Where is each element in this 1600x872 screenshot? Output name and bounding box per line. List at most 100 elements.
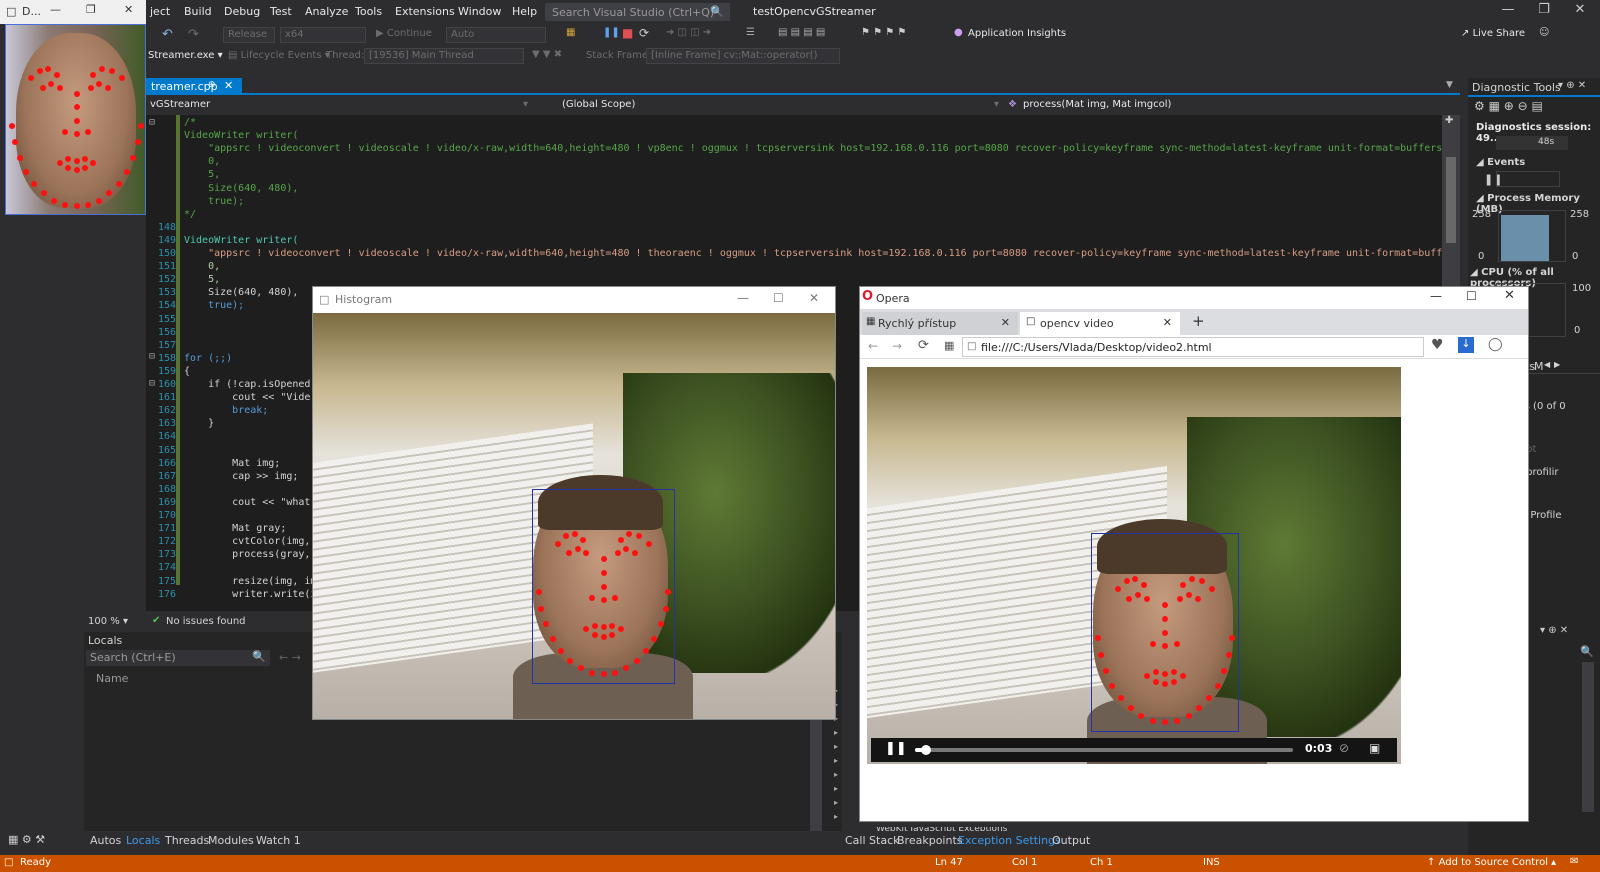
tab-overflow-icon[interactable]: ▼ [1446,80,1453,90]
zoom-select[interactable]: 100 % ▾ [88,616,128,627]
lifecycle-events-button[interactable]: ▤ Lifecycle Events ▾ [228,50,330,61]
minimize-icon[interactable]: — [1488,2,1528,22]
close-icon[interactable]: ✕ [809,291,819,305]
panel-controls-icon[interactable]: ▾ ⊕ ✕ [1558,80,1586,91]
tab-threads[interactable]: Threads [165,834,209,847]
tab-locals[interactable]: Locals [126,834,160,847]
histogram-titlebar[interactable]: □ Histogram — ☐ ✕ [313,287,835,313]
url-input[interactable]: □ file:///C:/Users/Vlada/Desktop/video2.… [962,337,1424,357]
restart-icon[interactable]: ⟳ [639,26,649,40]
histogram-window[interactable]: □ Histogram — ☐ ✕ [312,286,836,720]
minimize-icon[interactable]: — [1430,289,1442,303]
pause-icon[interactable]: ❚❚ [885,741,907,756]
locals-search-input[interactable]: Search (Ctrl+E) 🔍 [86,650,270,666]
undo-icon[interactable]: ↶ [162,27,173,42]
opera-window[interactable]: O Opera — ☐ ✕ ▦ Rychlý přístup ✕ □ openc… [859,286,1529,822]
minimize-icon[interactable]: — [737,291,749,305]
platform-select[interactable]: x64 [280,27,366,43]
process-select[interactable]: Streamer.exe ▾ [148,50,223,61]
stop-icon[interactable]: ■ [622,26,633,40]
grid-icon[interactable]: ▦ [944,339,954,352]
filter-icon[interactable]: ▼ ▼ ✖ [532,49,562,60]
tab-modules[interactable]: Modules [208,834,254,847]
menu-extensions[interactable]: Extensions [395,5,455,18]
split-icon[interactable]: ✚ [1445,115,1453,126]
indent-icon[interactable]: ▤ ▤ ▤ ▤ [778,27,825,38]
tab-exception-settings[interactable]: Exception Settings [958,834,1061,847]
back-icon[interactable]: ← [868,339,878,353]
tab-call-stack[interactable]: Call Stack [845,834,899,847]
issues-status[interactable]: No issues found [166,616,246,627]
sync-icon[interactable]: ◯ [1488,337,1503,352]
insights-icon[interactable]: ● [954,27,963,38]
account-icon[interactable]: ☺ [1539,27,1549,38]
tool-icons[interactable]: ▦ ⚙ ⚒ [8,833,45,846]
maximize-icon[interactable]: ☐ [773,291,784,305]
menu-tools[interactable]: Tools [355,5,382,18]
tab-close-icon[interactable]: ✕ [224,79,233,92]
diag-scrollbar[interactable] [1582,662,1594,812]
seek-handle[interactable] [921,745,931,755]
nav-project[interactable]: vGStreamer [150,99,210,110]
diag-toolbar-icons[interactable]: ⚙ ▦ ⊕ ⊖ ▤ [1474,99,1543,113]
reload-icon[interactable]: ⟳ [918,338,929,353]
fullscreen-icon[interactable]: ▣ [1369,741,1380,755]
close-icon[interactable]: ✕ [1560,2,1600,22]
opera-titlebar[interactable]: O Opera — ☐ ✕ [860,287,1528,309]
menu-build[interactable]: Build [184,5,212,18]
new-tab-icon[interactable]: + [1192,312,1205,330]
thumbnail-window-titlebar[interactable]: □ D... — ❐ ✕ [0,0,146,24]
nav-arrows-icon[interactable]: ← → [279,651,301,664]
search-icon[interactable]: 🔍 [1580,645,1594,658]
minimize-icon[interactable]: — [50,3,61,16]
thread-select[interactable]: [19536] Main Thread [364,48,524,64]
close-icon[interactable]: ✕ [124,3,133,16]
file-tab[interactable]: treamer.cpp ⊕ ✕ [146,78,242,95]
heart-icon[interactable]: ♥ [1431,337,1444,353]
timeline-ruler[interactable]: 48s [1496,136,1568,150]
download-icon[interactable]: ↓ [1458,337,1474,353]
app-insights-button[interactable]: Application Insights [968,28,1066,39]
chevron-down-icon[interactable]: ▾ [994,99,999,110]
forward-icon[interactable]: → [892,339,902,353]
opera-tab-video[interactable]: □ opencv video ✕ [1020,312,1180,335]
diag-tab-memory[interactable]: M [1534,360,1544,373]
panel-controls-icon[interactable]: ▾ ⊕ ✕ [1540,625,1568,636]
seek-bar[interactable] [915,745,1293,755]
tab-autos[interactable]: Autos [90,834,121,847]
nav-function[interactable]: process(Mat img, Mat imgcol) [1023,99,1171,110]
chevron-down-icon[interactable]: ▾ [523,99,528,110]
menu-debug[interactable]: Debug [224,5,260,18]
maximize-icon[interactable]: ❐ [1524,2,1564,22]
opera-tab-speeddial[interactable]: ▦ Rychlý přístup ✕ [862,312,1018,335]
tab-watch1[interactable]: Watch 1 [256,834,301,847]
redo-icon[interactable]: ↷ [188,27,199,42]
tab-breakpoints[interactable]: Breakpoints [897,834,963,847]
notification-icon[interactable]: ✉ [1570,856,1578,867]
hex-icon[interactable]: ☰ [746,27,755,38]
continue-button[interactable]: ▶ Continue [376,28,432,39]
chevron-right-icon[interactable]: ▶ [1554,360,1560,369]
scrollbar-thumb[interactable] [1446,157,1456,243]
maximize-icon[interactable]: ☐ [1466,289,1477,303]
close-icon[interactable]: ✕ [1504,288,1515,303]
pin-icon[interactable]: ⊕ [208,80,216,90]
bookmark-icon[interactable]: ⚑ ⚑ ⚑ ⚑ [861,27,906,38]
menu-project[interactable]: ject [150,5,170,18]
menu-window[interactable]: Window [458,5,501,18]
step-icon[interactable]: ➜ ◫ ◫ ➜ [666,27,711,38]
tab-output[interactable]: Output [1052,834,1090,847]
menu-test[interactable]: Test [270,5,292,18]
auto-select[interactable]: Auto [446,27,546,43]
folder-icon[interactable]: ▦ [566,27,575,38]
mute-icon[interactable]: ⊘ [1339,741,1349,755]
tab-close-icon[interactable]: ✕ [1001,316,1010,329]
vs-search-input[interactable]: Search Visual Studio (Ctrl+Q) 🔍 [545,3,730,21]
opera-video-frame[interactable]: ❚❚ 0:03 ⊘ ▣ [867,367,1401,764]
collapse-icon[interactable]: ⊟ [149,117,155,128]
config-select[interactable]: Release [223,27,275,43]
nav-scope[interactable]: (Global Scope) [562,99,635,110]
tab-close-icon[interactable]: ✕ [1163,316,1172,329]
add-source-control-button[interactable]: ↑ Add to Source Control ▴ [1427,857,1556,868]
menu-help[interactable]: Help [512,5,537,18]
